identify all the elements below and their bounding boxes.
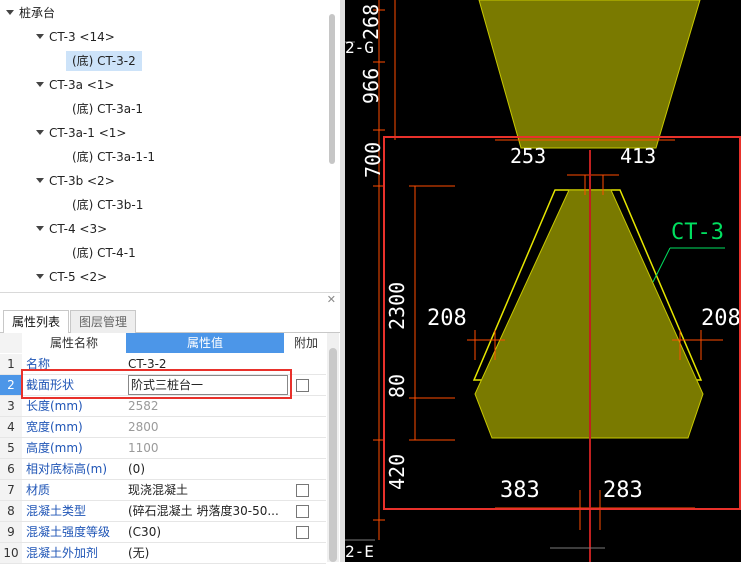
row-number: 7 xyxy=(0,480,22,500)
dim-label: 966 xyxy=(359,67,383,104)
cad-highlight-box-shape xyxy=(383,136,741,510)
upper-cap-shape xyxy=(478,0,701,149)
property-name: 宽度(mm) xyxy=(26,420,83,434)
tab-properties[interactable]: 属性列表 xyxy=(3,310,70,333)
close-icon[interactable]: ✕ xyxy=(327,293,336,306)
row-number: 9 xyxy=(0,522,22,542)
tree-item[interactable]: CT-3b <2> xyxy=(36,171,115,191)
tree-item-label: (底) CT-3a-1-1 xyxy=(72,150,156,164)
component-tree: 桩承台 CT-3 <14> (底) CT-3-2 CT-3a <1> (底) C… xyxy=(0,0,340,293)
cad-canvas[interactable]: 268 966 700 2300 80 420 253 413 208 208 … xyxy=(345,0,741,562)
left-panel: 桩承台 CT-3 <14> (底) CT-3-2 CT-3a <1> (底) C… xyxy=(0,0,345,564)
property-name: 长度(mm) xyxy=(26,399,83,413)
property-value[interactable]: 2800 xyxy=(128,417,284,437)
tree-item-label: (底) CT-3a-1 xyxy=(72,102,144,116)
panel-header: ✕ xyxy=(0,293,340,308)
property-value[interactable]: 1100 xyxy=(128,438,284,458)
property-value[interactable]: 2582 xyxy=(128,396,284,416)
tree-item-label: CT-3a-1 <1> xyxy=(49,126,127,140)
property-value[interactable]: (碎石混凝土 坍落度30-50... xyxy=(128,501,284,521)
tree-root[interactable]: 桩承台 xyxy=(6,3,55,23)
tree-item[interactable]: (底) CT-3b-1 xyxy=(72,195,143,215)
property-row[interactable]: 9 混凝土强度等级 (C30) xyxy=(0,522,326,543)
tree-item[interactable]: CT-4 <3> xyxy=(36,219,107,239)
tree-item-label: CT-3b <2> xyxy=(49,174,115,188)
row-number: 2 xyxy=(0,375,22,395)
tab-layers[interactable]: 图层管理 xyxy=(70,310,137,333)
grid-header-extra: 附加 xyxy=(293,336,318,350)
extra-checkbox[interactable] xyxy=(296,379,309,392)
property-name: 混凝土类型 xyxy=(26,504,87,518)
tree-item-label: (底) CT-4-1 xyxy=(72,246,136,260)
axis-label-bottom: 2-E xyxy=(345,542,374,561)
tree-item[interactable]: (底) CT-3a-1 xyxy=(72,99,143,119)
row-number: 1 xyxy=(0,354,22,374)
tree-item-label: CT-4 <3> xyxy=(49,222,108,236)
tree-root-label: 桩承台 xyxy=(19,6,56,20)
dim-label: 700 xyxy=(361,141,385,178)
tree-item-label: (底) CT-3-2 xyxy=(72,54,136,68)
property-row[interactable]: 8 混凝土类型 (碎石混凝土 坍落度30-50... xyxy=(0,501,326,522)
tree-item-label: (底) CT-3b-1 xyxy=(72,198,144,212)
axis-label-top: 2-G xyxy=(345,38,374,57)
expand-arrow-icon[interactable] xyxy=(36,274,44,279)
expand-arrow-icon[interactable] xyxy=(36,226,44,231)
property-name: 高度(mm) xyxy=(26,441,83,455)
row-number: 10 xyxy=(0,543,22,563)
property-value[interactable]: (无) xyxy=(128,543,284,563)
extra-checkbox[interactable] xyxy=(296,484,309,497)
property-name: 相对底标高(m) xyxy=(26,462,108,476)
extra-checkbox[interactable] xyxy=(296,526,309,539)
row-number: 3 xyxy=(0,396,22,416)
grid-header-corner xyxy=(0,333,22,353)
extra-checkbox[interactable] xyxy=(296,505,309,518)
tree-scrollbar[interactable] xyxy=(329,14,335,164)
property-row[interactable]: 3 长度(mm) 2582 xyxy=(0,396,326,417)
property-row[interactable]: 5 高度(mm) 1100 xyxy=(0,438,326,459)
property-row[interactable]: 6 相对底标高(m) (0) xyxy=(0,459,326,480)
property-name: 材质 xyxy=(26,483,51,497)
tree-item[interactable]: CT-5 <2> xyxy=(36,267,107,287)
tree-item-label: CT-3 <14> xyxy=(49,30,115,44)
tree-item-label: CT-3a <1> xyxy=(49,78,115,92)
grid-header-value: 属性值 xyxy=(126,333,284,353)
property-value[interactable]: (0) xyxy=(128,459,284,479)
tree-item[interactable]: (底) CT-4-1 xyxy=(72,243,136,263)
tree-item-selected[interactable]: (底) CT-3-2 xyxy=(66,51,142,71)
tree-item[interactable]: CT-3a-1 <1> xyxy=(36,123,126,143)
property-row[interactable]: 10 混凝土外加剂 (无) xyxy=(0,543,326,564)
tree-item[interactable]: CT-3a <1> xyxy=(36,75,114,95)
expand-arrow-icon[interactable] xyxy=(36,178,44,183)
expand-arrow-icon[interactable] xyxy=(36,34,44,39)
property-tabs: 属性列表 图层管理 xyxy=(0,310,340,333)
dim-label: 268 xyxy=(359,3,383,40)
expand-arrow-icon[interactable] xyxy=(6,10,14,15)
property-row[interactable]: 7 材质 现浇混凝土 xyxy=(0,480,326,501)
tree-item-label: CT-5 <2> xyxy=(49,270,108,284)
expand-arrow-icon[interactable] xyxy=(36,130,44,135)
row-number: 6 xyxy=(0,459,22,479)
row-number: 8 xyxy=(0,501,22,521)
highlight-box-shape xyxy=(21,369,292,399)
grid-scrollbar[interactable] xyxy=(329,348,337,562)
grid-header-name: 属性名称 xyxy=(49,336,98,350)
row-number: 4 xyxy=(0,417,22,437)
property-value[interactable]: 现浇混凝土 xyxy=(128,480,284,500)
property-name: 混凝土强度等级 xyxy=(26,525,111,539)
row-number: 5 xyxy=(0,438,22,458)
property-name: 混凝土外加剂 xyxy=(26,546,99,560)
expand-arrow-icon[interactable] xyxy=(36,82,44,87)
tree-item[interactable]: CT-3 <14> xyxy=(36,27,115,47)
tree-item[interactable]: (底) CT-3a-1-1 xyxy=(72,147,155,167)
property-row[interactable]: 4 宽度(mm) 2800 xyxy=(0,417,326,438)
property-value[interactable]: (C30) xyxy=(128,522,284,542)
